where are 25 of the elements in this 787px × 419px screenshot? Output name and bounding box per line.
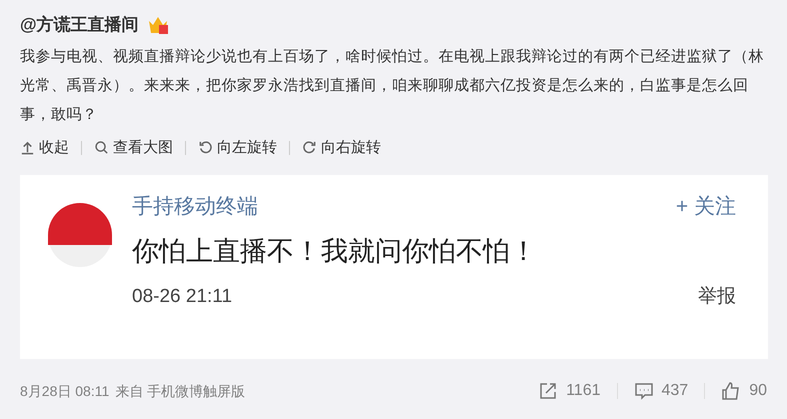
image-action-button[interactable]: 向左旋转 [198, 136, 277, 159]
stat-button[interactable]: 90 [721, 379, 767, 403]
share-icon [538, 381, 558, 401]
crown-badge-icon [146, 14, 169, 35]
post-time: 8月28日 08:11 [20, 382, 110, 400]
comment-icon [634, 381, 654, 401]
follow-button[interactable]: + 关注 [676, 191, 736, 222]
author-name[interactable]: @方谎王直播间 [20, 12, 139, 38]
image-action-button[interactable]: 查看大图 [94, 136, 173, 159]
embedded-time: 08-26 21:11 [132, 285, 232, 309]
post-text: 我参与电视、视频直播辩论少说也有上百场了，啥时候怕过。在电视上跟我辩论过的有两个已经进监狱了（林光常、禹晋永）。来来来，把你家罗永浩找到直播间，咱来聊聊成都六亿投资是怎么来的，白监事是怎么回事，敢吗？ [20, 46, 765, 124]
rotate-right-icon [302, 140, 317, 156]
upload-arrow-icon [20, 140, 35, 156]
image-action-button[interactable]: 向右旋转 [302, 136, 381, 159]
report-link[interactable]: 举报 [698, 283, 736, 312]
embedded-text: 你怕上直播不！我就问你怕不怕！ [132, 234, 538, 268]
embedded-author[interactable]: 手持移动终端 [132, 191, 258, 222]
thumbs-up-icon [721, 381, 742, 401]
post-source: 来自 手机微博触屏版 [115, 382, 246, 400]
rotate-left-icon [198, 140, 213, 156]
image-action-button[interactable]: 收起 [20, 136, 69, 159]
avatar-icon [48, 203, 112, 267]
stat-button[interactable]: 1161 [538, 379, 600, 403]
stat-button[interactable]: 437 [634, 379, 688, 403]
search-icon [94, 140, 109, 156]
